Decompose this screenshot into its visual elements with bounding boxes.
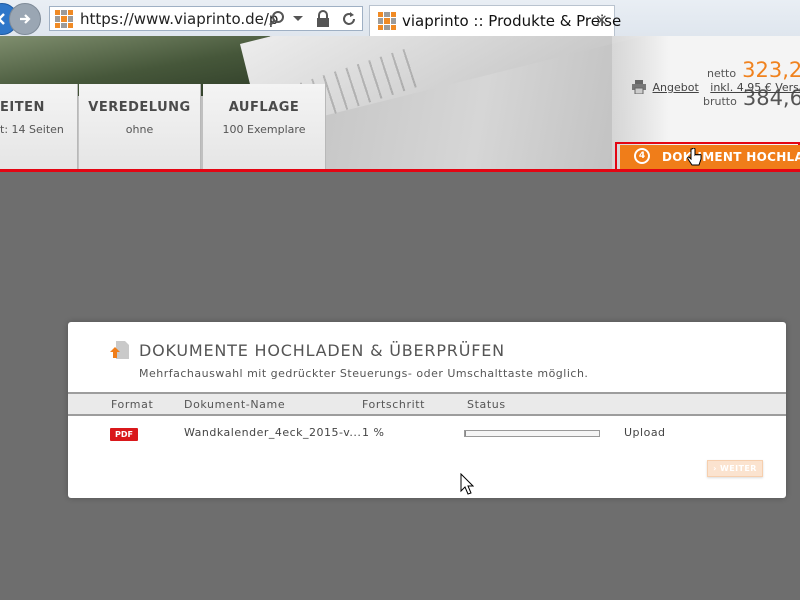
step-title: EITEN: [0, 100, 45, 115]
progress-percent: 1 %: [362, 426, 385, 439]
step-underline: [0, 169, 800, 172]
step-title: AUFLAGE: [228, 100, 300, 115]
progress-bar: [464, 430, 600, 437]
step-veredelung[interactable]: VEREDELUNG ohne: [79, 84, 201, 170]
address-bar[interactable]: https://www.viaprinto.de/p: [49, 6, 363, 31]
site-favicon-icon: [55, 10, 73, 28]
column-header-document-name: Dokument-Name: [184, 398, 286, 411]
forward-button[interactable]: [9, 3, 41, 35]
dialog-title: DOKUMENTE HOCHLADEN & ÜBERPRÜFEN: [139, 341, 505, 360]
site-favicon-icon: [378, 12, 396, 30]
printer-icon: [632, 80, 646, 95]
tab-viaprinto[interactable]: viaprinto :: Produkte & Preise ×: [369, 5, 621, 36]
step-auflage[interactable]: AUFLAGE 100 Exemplare: [203, 84, 326, 170]
browser-toolbar: https://www.viaprinto.de/p viaprinto :: …: [0, 0, 800, 37]
angebot-link[interactable]: Angebot: [653, 81, 699, 94]
upload-document-button[interactable]: 4 DOKUMENT HOCHLAD: [620, 145, 800, 170]
progress-bar-fill: [465, 431, 467, 436]
arrow-cursor-icon: [460, 473, 474, 495]
document-upload-icon: [110, 341, 129, 359]
step-title: VEREDELUNG: [88, 100, 191, 115]
dropdown-arrow-icon[interactable]: [292, 15, 304, 23]
lock-icon[interactable]: [315, 10, 331, 28]
table-header: Format Dokument-Name Fortschritt Status: [68, 392, 786, 416]
address-url[interactable]: https://www.viaprinto.de/p: [80, 10, 280, 28]
upload-document-label: DOKUMENT HOCHLAD: [662, 150, 800, 164]
forward-arrow-icon: [20, 14, 31, 24]
brutto-label: brutto: [703, 95, 737, 108]
close-tab-icon[interactable]: ×: [595, 10, 608, 29]
column-header-status: Status: [467, 398, 506, 411]
document-name: Wandkalender_4eck_2015-v...: [184, 426, 362, 439]
tab-title: viaprinto :: Produkte & Preise: [402, 12, 622, 30]
refresh-icon[interactable]: [340, 10, 358, 28]
table-row: PDF Wandkalender_4eck_2015-v... 1 % Uplo…: [68, 416, 786, 452]
upload-dialog: DOKUMENTE HOCHLADEN & ÜBERPRÜFEN Mehrfac…: [68, 322, 786, 498]
step-subtitle: ohne: [125, 123, 154, 136]
shipping-link[interactable]: inkl. 4,95 € Versand: [710, 81, 800, 94]
dialog-subtitle: Mehrfachauswahl mit gedrückter Steuerung…: [139, 367, 589, 380]
netto-price: 323,2: [742, 58, 800, 82]
step-subtitle: 100 Exemplare: [222, 123, 306, 136]
price-links: Angebot inkl. 4,95 € Versand: [631, 80, 800, 95]
hand-cursor-icon: [687, 148, 702, 166]
search-icon[interactable]: [268, 10, 286, 28]
step-subtitle: t: 14 Seiten: [0, 123, 64, 136]
config-steps: EITEN t: 14 Seiten VEREDELUNG ohne AUFLA…: [0, 84, 326, 170]
column-header-format: Format: [111, 398, 154, 411]
netto-label: netto: [707, 67, 737, 80]
weiter-button[interactable]: › WEITER: [707, 460, 763, 477]
column-header-progress: Fortschritt: [362, 398, 426, 411]
step-number: 4: [634, 148, 650, 164]
pdf-format-icon: PDF: [110, 428, 138, 441]
upload-status: Upload: [624, 426, 666, 439]
step-seiten[interactable]: EITEN t: 14 Seiten: [0, 84, 78, 170]
